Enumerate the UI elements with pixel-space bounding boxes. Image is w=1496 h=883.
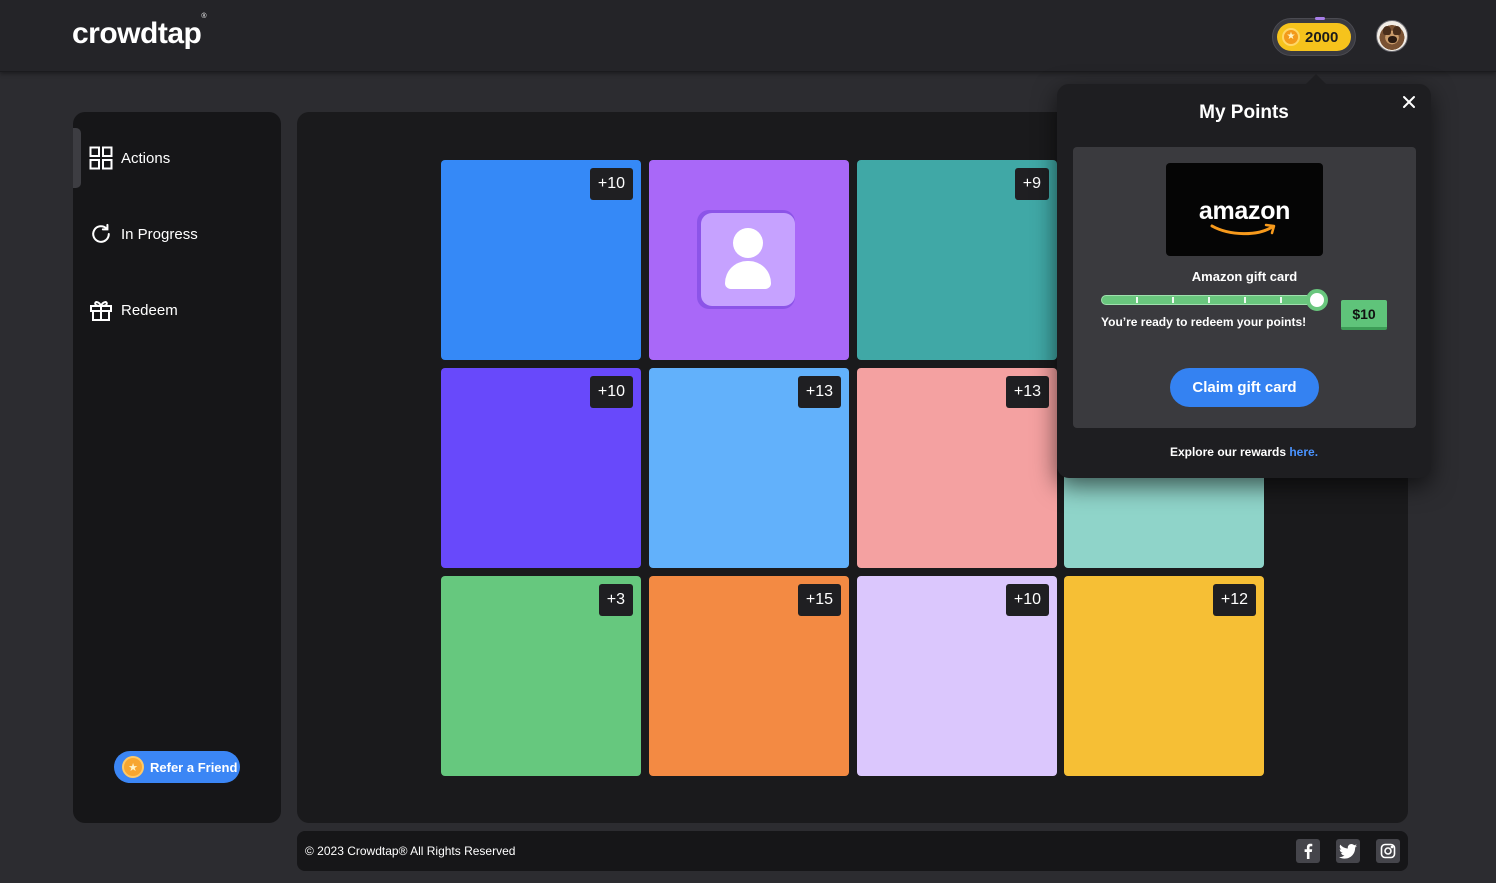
popover-caret [1306, 74, 1326, 84]
profile-icon [697, 210, 795, 309]
sidebar-item-in-progress[interactable]: In Progress [89, 219, 198, 249]
points-badge: +10 [589, 168, 633, 200]
gift-card-value: $10 [1341, 300, 1387, 330]
refer-friend-button[interactable]: ★ Refer a Friend [114, 751, 240, 783]
action-tile[interactable]: +13 [649, 368, 849, 568]
points-badge: +10 [589, 376, 633, 408]
action-tile[interactable]: +13 [857, 368, 1057, 568]
action-tile[interactable]: +12 [1064, 576, 1264, 776]
my-points-popover: My Points amazon Amazon gift card You’re… [1057, 74, 1431, 478]
sidebar-item-label: Actions [121, 149, 171, 167]
refresh-icon [89, 222, 113, 246]
popover-title: My Points [1199, 102, 1289, 123]
action-tile[interactable]: +3 [441, 576, 641, 776]
points-badge: ★ 2000 [1277, 23, 1351, 51]
claim-gift-card-button[interactable]: Claim gift card [1170, 368, 1319, 407]
card-brand: amazon [1198, 197, 1291, 225]
action-tile[interactable]: +15 [649, 576, 849, 776]
points-badge: +12 [1212, 584, 1256, 616]
sidebar-item-redeem[interactable]: Redeem [89, 295, 178, 325]
action-tile-profile[interactable] [649, 160, 849, 360]
copyright-text: © 2023 Crowdtap® All Rights Reserved [305, 844, 516, 858]
action-tile[interactable]: +10 [857, 576, 1057, 776]
active-indicator [73, 128, 81, 188]
action-tile[interactable]: +10 [441, 368, 641, 568]
star-coin-icon: ★ [1282, 28, 1300, 46]
gift-card-label: Amazon gift card [1191, 269, 1298, 284]
points-indicator [1315, 17, 1325, 20]
facebook-icon[interactable] [1296, 839, 1320, 863]
instagram-icon[interactable] [1376, 839, 1400, 863]
amazon-gift-card-image: amazon [1166, 163, 1323, 256]
sidebar-item-label: Redeem [121, 301, 178, 319]
sidebar-item-label: In Progress [121, 225, 198, 243]
points-badge: +13 [1005, 376, 1049, 408]
action-tile[interactable]: +9 [857, 160, 1057, 360]
points-progress-slider [1101, 289, 1328, 311]
gift-card-panel: amazon Amazon gift card You’re ready to … [1073, 147, 1416, 428]
refer-label: Refer a Friend [150, 759, 238, 775]
points-badge: +9 [1014, 168, 1049, 200]
sidebar-item-actions[interactable]: Actions [89, 143, 170, 173]
sidebar: Actions In Progress Redeem ★ Refer a Fri… [73, 112, 281, 823]
footer: © 2023 Crowdtap® All Rights Reserved [297, 831, 1408, 871]
points-badge: +13 [797, 376, 841, 408]
points-badge: +3 [598, 584, 633, 616]
logo[interactable]: crowdtap® [72, 13, 206, 51]
grid-icon [89, 146, 113, 170]
slider-knob [1306, 289, 1328, 311]
explore-rewards-link[interactable]: here. [1289, 445, 1318, 459]
top-bar: crowdtap® ★ 2000 [0, 0, 1496, 72]
points-badge: +10 [1005, 584, 1049, 616]
gift-icon [89, 298, 113, 322]
action-tile[interactable]: +10 [441, 160, 641, 360]
explore-rewards: Explore our rewards here. [1169, 445, 1319, 459]
points-badge: +15 [797, 584, 841, 616]
star-coin-icon: ★ [122, 756, 144, 778]
points-value: 2000 [1305, 28, 1339, 46]
avatar[interactable] [1376, 20, 1408, 52]
redeem-status-text: You’re ready to redeem your points! [1101, 315, 1307, 329]
twitter-icon[interactable] [1336, 839, 1360, 863]
points-button[interactable]: ★ 2000 [1272, 17, 1356, 56]
amazon-smile-icon [1210, 223, 1276, 236]
